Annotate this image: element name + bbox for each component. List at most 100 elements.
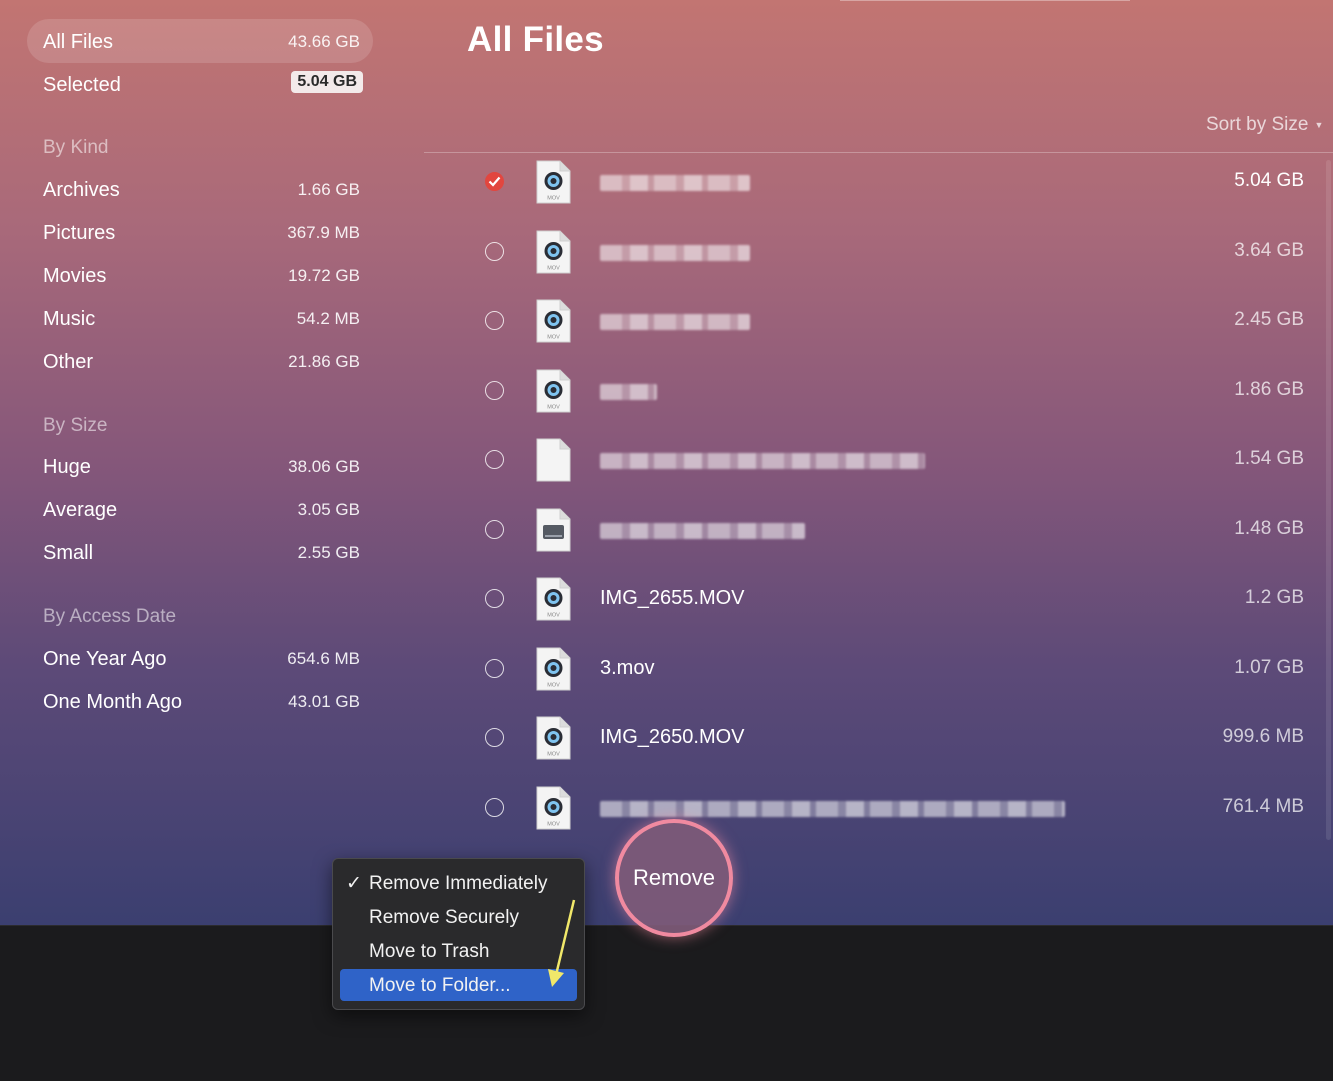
sidebar-item-pictures[interactable]: Pictures 367.9 MB	[43, 218, 360, 248]
mov-file-icon: MOV	[535, 647, 571, 691]
checkbox[interactable]	[485, 311, 504, 330]
file-name: IMG_2650.MOV	[600, 726, 745, 748]
sidebar-item-size: 654.6 MB	[287, 649, 360, 668]
remove-button[interactable]: Remove	[615, 819, 733, 937]
sidebar-item-one-year-ago[interactable]: One Year Ago 654.6 MB	[43, 644, 360, 674]
svg-text:MOV: MOV	[547, 682, 560, 688]
checkbox[interactable]	[485, 658, 504, 678]
sidebar-item-size: 54.2 MB	[296, 309, 360, 328]
checkbox[interactable]	[485, 589, 504, 608]
sidebar-item-other[interactable]: Other 21.86 GB	[43, 347, 360, 377]
redacted-file-name	[600, 244, 750, 261]
checkmark-icon	[488, 176, 501, 187]
sidebar-item-label: Selected	[43, 74, 121, 96]
sidebar-item-size: 38.06 GB	[288, 457, 360, 476]
sidebar-item-huge[interactable]: Huge 38.06 GB	[43, 452, 360, 482]
page-title: All Files	[467, 20, 604, 59]
sidebar-item-label: Small	[43, 542, 94, 564]
svg-text:MOV: MOV	[547, 265, 560, 271]
file-row[interactable]: MOV IMG_2650.MOV 999.6 MB	[424, 716, 1324, 785]
sidebar-item-size: 3.05 GB	[297, 500, 360, 519]
section-heading-by-kind: By Kind	[43, 137, 109, 158]
redacted-file-name	[600, 175, 750, 191]
sidebar-item-label: Music	[43, 308, 96, 330]
redacted-file-name	[600, 314, 750, 330]
sort-label: Sort by Size	[1206, 114, 1309, 135]
checkbox[interactable]	[485, 728, 504, 747]
sidebar-item-small[interactable]: Small 2.55 GB	[43, 538, 360, 568]
file-row[interactable]: 1.54 GB	[424, 438, 1324, 507]
svg-text:MOV: MOV	[547, 335, 560, 341]
svg-text:MOV: MOV	[547, 752, 560, 758]
file-row[interactable]: MOV 1.86 GB	[424, 369, 1324, 438]
titlebar-edge	[840, 0, 1130, 1]
sidebar-item-selected[interactable]: Selected 5.04 GB	[43, 70, 363, 100]
redacted-file-name	[600, 453, 925, 469]
scrollbar[interactable]	[1326, 160, 1331, 840]
blank-file-icon	[535, 438, 571, 482]
sidebar-item-size: 367.9 MB	[287, 223, 360, 242]
sidebar-item-size: 43.01 GB	[288, 692, 360, 711]
file-row[interactable]: MOV IMG_2655.MOV 1.2 GB	[424, 577, 1324, 646]
sidebar-item-label: Movies	[43, 265, 107, 287]
sidebar-item-movies[interactable]: Movies 19.72 GB	[43, 261, 360, 291]
selected-size-badge: 5.04 GB	[291, 71, 363, 93]
file-row[interactable]: MOV 2.45 GB	[424, 299, 1324, 368]
sidebar-item-average[interactable]: Average 3.05 GB	[43, 495, 360, 525]
file-row[interactable]: MOV 761.4 MB	[424, 786, 1324, 855]
sidebar-item-size: 21.86 GB	[288, 352, 360, 371]
file-row[interactable]: MOV 5.04 GB	[424, 160, 1324, 229]
sidebar-item-label: Pictures	[43, 222, 116, 244]
menu-item-label: Remove Immediately	[369, 873, 548, 894]
sidebar-item-label: Other	[43, 351, 94, 373]
mov-file-icon: MOV	[535, 299, 571, 343]
checkbox-checked[interactable]	[485, 172, 504, 191]
sort-dropdown[interactable]: Sort by Size ▼	[1206, 114, 1323, 136]
menu-item-label: Remove Securely	[369, 907, 519, 928]
file-row[interactable]: MOV 3.mov 1.07 GB	[424, 647, 1324, 716]
mov-file-icon: MOV	[535, 230, 571, 274]
redacted-file-name	[600, 800, 1065, 817]
checkbox[interactable]	[485, 241, 504, 261]
mov-file-icon: MOV	[535, 369, 571, 413]
svg-text:MOV: MOV	[547, 404, 560, 410]
chevron-down-icon: ▼	[1314, 120, 1324, 130]
mov-file-icon: MOV	[535, 716, 571, 760]
sidebar-item-one-month-ago[interactable]: One Month Ago 43.01 GB	[43, 687, 360, 717]
menu-item-label: Move to Folder...	[369, 975, 511, 996]
file-name: IMG_2655.MOV	[600, 587, 745, 609]
mov-file-icon: MOV	[535, 786, 571, 830]
redacted-file-name	[600, 522, 805, 539]
file-size: 1.86 GB	[1234, 378, 1304, 400]
sidebar-item-size: 19.72 GB	[288, 266, 360, 285]
svg-text:MOV: MOV	[547, 821, 560, 827]
checkbox[interactable]	[485, 380, 504, 400]
mov-file-icon: MOV	[535, 160, 571, 204]
sidebar-item-size: 2.55 GB	[297, 543, 360, 562]
sidebar-item-music[interactable]: Music 54.2 MB	[43, 304, 360, 334]
file-size: 1.54 GB	[1234, 448, 1304, 469]
sidebar-item-label: Huge	[43, 456, 91, 478]
file-size: 3.64 GB	[1234, 239, 1304, 261]
file-size: 1.2 GB	[1244, 587, 1304, 608]
checkbox[interactable]	[485, 450, 504, 469]
sidebar-item-label: Archives	[43, 179, 120, 201]
file-row[interactable]: 1.48 GB	[424, 508, 1324, 577]
file-row[interactable]: MOV 3.64 GB	[424, 230, 1324, 299]
sidebar-item-all-files[interactable]: All Files 43.66 GB	[43, 27, 360, 57]
file-size: 1.48 GB	[1234, 517, 1304, 539]
annotation-arrow-icon	[548, 899, 576, 987]
sidebar-item-label: Average	[43, 499, 118, 521]
section-heading-by-access-date: By Access Date	[43, 606, 177, 627]
section-heading-by-size: By Size	[43, 415, 108, 436]
divider	[424, 152, 1333, 153]
file-size: 999.6 MB	[1222, 726, 1304, 747]
checkbox[interactable]	[485, 519, 504, 539]
app-window: All Files 43.66 GB Selected 5.04 GB By K…	[0, 0, 1333, 925]
menu-item-label: Move to Trash	[369, 941, 490, 962]
sidebar-item-archives[interactable]: Archives 1.66 GB	[43, 175, 360, 205]
sidebar-item-label: One Month Ago	[43, 691, 182, 713]
svg-text:MOV: MOV	[547, 613, 560, 619]
checkbox[interactable]	[485, 797, 504, 817]
file-size: 761.4 MB	[1222, 795, 1304, 817]
